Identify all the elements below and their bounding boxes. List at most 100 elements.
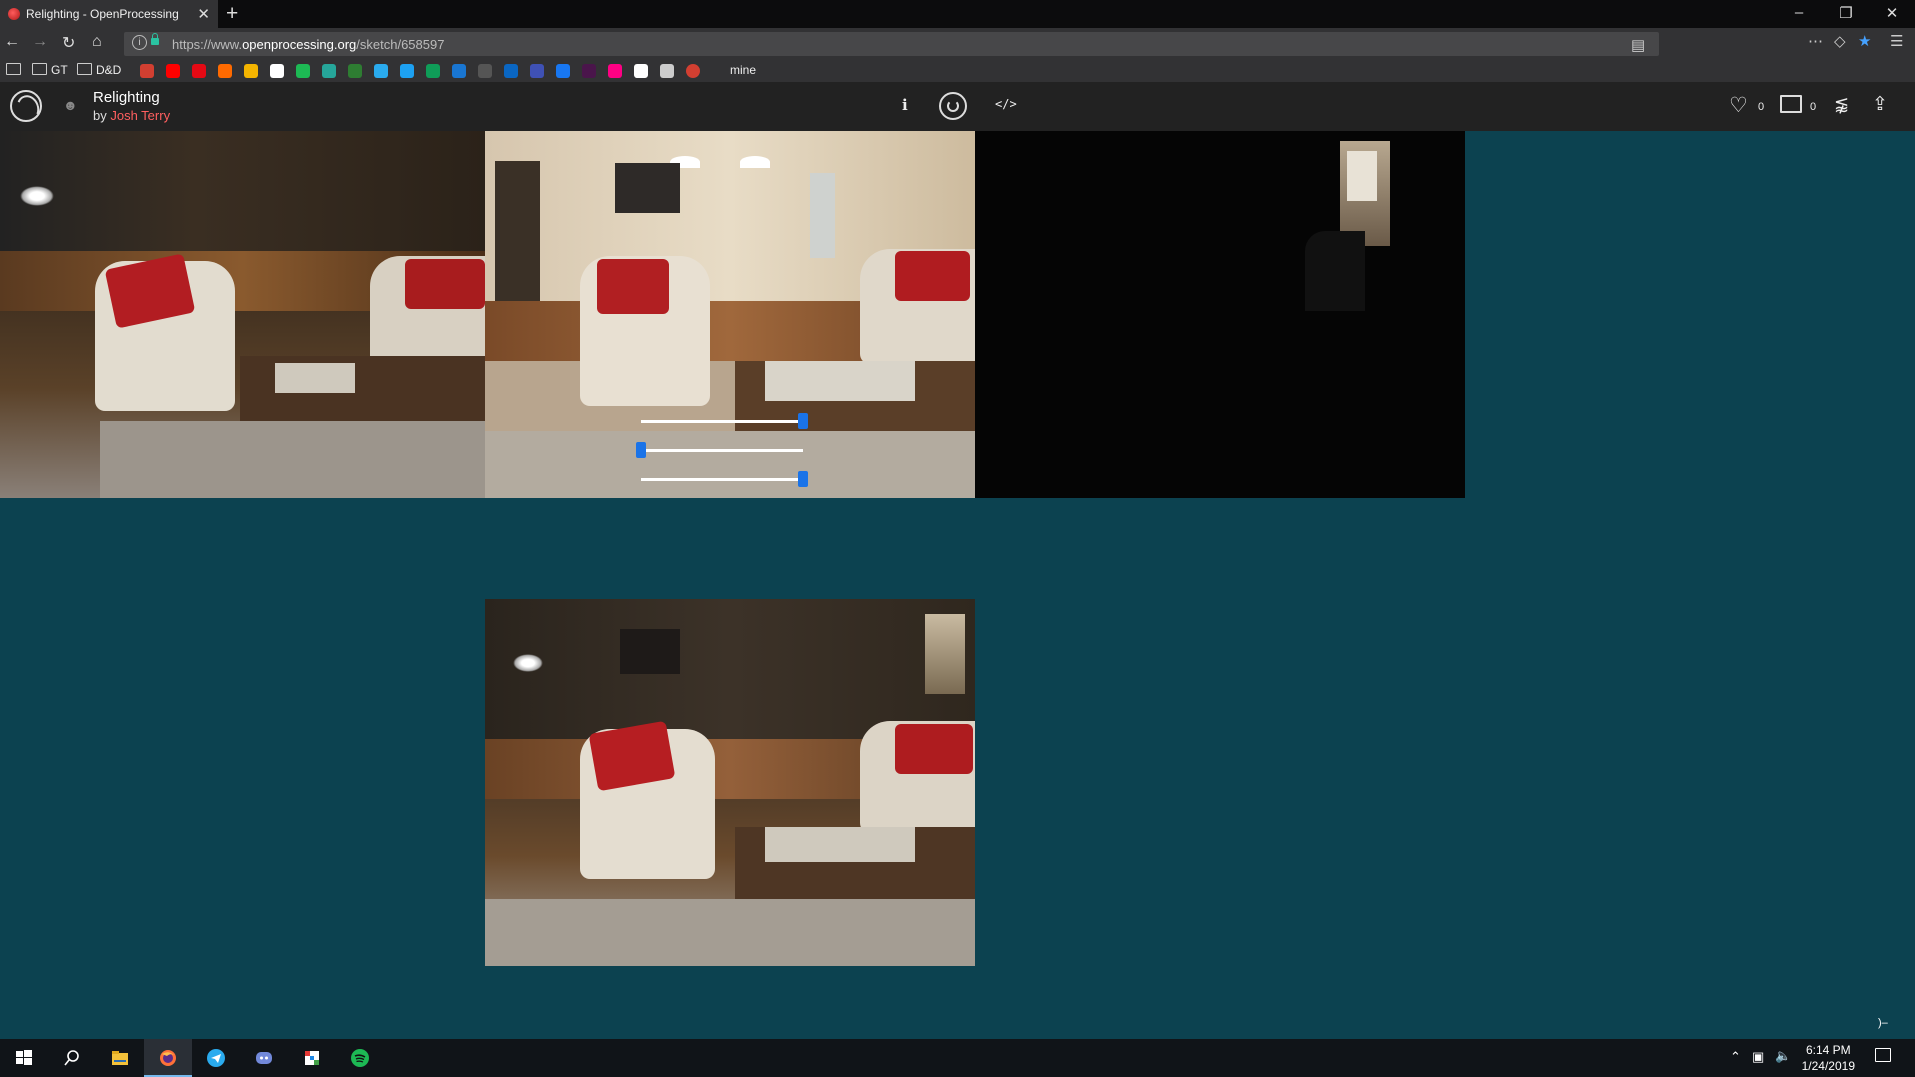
file-explorer-button[interactable] xyxy=(96,1039,144,1077)
sketch-byline: by Josh Terry xyxy=(93,108,171,123)
slider-track xyxy=(641,449,803,452)
comment-icon[interactable] xyxy=(1780,95,1802,113)
collapse-panel-icon[interactable]: )– xyxy=(1878,1017,1888,1029)
lock-icon xyxy=(151,33,159,45)
bookmark-site-icon[interactable] xyxy=(634,64,648,78)
spotify-icon xyxy=(351,1049,369,1067)
bookmark-mine[interactable]: mine xyxy=(730,63,756,77)
bookmark-site-icon[interactable] xyxy=(270,64,284,78)
home-icon[interactable]: ⌂ xyxy=(92,33,102,51)
bookmark-site-icon[interactable] xyxy=(348,64,362,78)
telegram-button[interactable] xyxy=(192,1039,240,1077)
bookmark-site-icon[interactable] xyxy=(400,64,414,78)
slider-track xyxy=(641,420,803,423)
tray-chevron-icon[interactable]: ⌃ xyxy=(1730,1049,1741,1065)
bookmark-site-icon[interactable] xyxy=(582,64,596,78)
folder-icon xyxy=(77,63,92,75)
like-count: 0 xyxy=(1758,101,1765,113)
slider-track xyxy=(641,478,803,481)
share-icon[interactable]: ⇪ xyxy=(1872,93,1888,116)
firefox-icon xyxy=(160,1050,176,1066)
sketch-title: Relighting xyxy=(93,89,160,106)
slider-thumb[interactable] xyxy=(798,413,808,429)
heart-icon[interactable]: ♡ xyxy=(1729,93,1748,118)
windows-icon xyxy=(16,1050,32,1065)
restore-button[interactable]: ❐ xyxy=(1828,4,1864,22)
menu-hamburger-icon[interactable]: ☰ xyxy=(1890,32,1903,50)
fork-icon[interactable]: ⪉ xyxy=(1834,94,1849,115)
minimize-button[interactable]: – xyxy=(1781,4,1817,21)
browser-tab[interactable]: Relighting - OpenProcessing ✕ xyxy=(0,0,218,28)
bookmark-star-icon[interactable]: ★ xyxy=(1858,32,1871,50)
search-button[interactable] xyxy=(48,1039,96,1077)
bookmark-site-icon[interactable] xyxy=(660,64,674,78)
tab-close-icon[interactable]: ✕ xyxy=(197,5,210,23)
light-weight-slider-3[interactable] xyxy=(641,469,808,489)
slider-thumb[interactable] xyxy=(636,442,646,458)
bookmark-site-icon[interactable] xyxy=(426,64,440,78)
openprocessing-logo-icon[interactable] xyxy=(10,90,42,122)
openprocessing-header: ☻ Relighting by Josh Terry i </> ♡ 0 0 ⪉… xyxy=(0,82,1915,131)
browser-nav-bar: ← → ↻ ⌂ i https://www.openprocessing.org… xyxy=(0,28,1915,60)
bookmark-site-icon[interactable] xyxy=(686,64,700,78)
discord-icon xyxy=(256,1052,272,1064)
window-close-button[interactable]: ✕ xyxy=(1874,4,1910,22)
clock-time: 6:14 PM xyxy=(1805,1043,1851,1057)
user-icon[interactable]: ☻ xyxy=(63,97,78,113)
bookmark-site-icon[interactable] xyxy=(244,64,258,78)
new-tab-button[interactable]: + xyxy=(226,2,238,26)
author-link[interactable]: Josh Terry xyxy=(110,108,170,123)
bookmark-site-icon[interactable] xyxy=(192,64,206,78)
input-photo-lamp xyxy=(0,131,485,498)
bookmark-site-icon[interactable] xyxy=(556,64,570,78)
firefox-taskbar-button[interactable] xyxy=(144,1039,192,1077)
app-s-button[interactable] xyxy=(288,1039,336,1077)
comment-count: 0 xyxy=(1810,101,1817,113)
page-actions-icon[interactable]: ⋯ xyxy=(1808,32,1823,50)
forward-arrow-icon[interactable]: → xyxy=(32,33,48,51)
bookmark-site-icon[interactable] xyxy=(530,64,544,78)
sketch-canvas[interactable]: )– xyxy=(0,131,1915,1039)
reader-view-icon[interactable]: ▤ xyxy=(1631,36,1645,54)
view-code-button[interactable]: </> xyxy=(995,97,1017,111)
search-icon xyxy=(64,1050,79,1066)
folder-icon xyxy=(32,63,47,75)
url-text[interactable]: https://www.openprocessing.org/sketch/65… xyxy=(172,37,444,52)
bookmark-site-icon[interactable] xyxy=(322,64,336,78)
bookmark-folder-gt[interactable]: GT xyxy=(32,63,68,77)
spotify-button[interactable] xyxy=(336,1039,384,1077)
input-photo-dark xyxy=(975,131,1465,498)
bookmark-site-icon[interactable] xyxy=(452,64,466,78)
reload-icon[interactable]: ↻ xyxy=(62,33,75,53)
folder-icon xyxy=(6,63,21,75)
discord-button[interactable] xyxy=(240,1039,288,1077)
light-weight-slider-1[interactable] xyxy=(641,411,808,431)
light-weight-slider-2[interactable] xyxy=(636,440,803,460)
site-info-icon[interactable]: i xyxy=(132,35,147,50)
network-icon[interactable]: ▣ xyxy=(1752,1049,1764,1065)
bookmark-folder-dnd[interactable]: D&D xyxy=(77,63,121,77)
restart-sketch-button[interactable] xyxy=(939,92,967,120)
volume-icon[interactable]: 🔈 xyxy=(1775,1048,1791,1064)
bookmark-site-icon[interactable] xyxy=(218,64,232,78)
start-button[interactable] xyxy=(0,1039,48,1077)
back-arrow-icon[interactable]: ← xyxy=(4,33,20,51)
taskbar-clock[interactable]: 6:14 PM 1/24/2019 xyxy=(1802,1042,1855,1074)
bookmark-site-icon[interactable] xyxy=(140,64,154,78)
bookmark-site-icon[interactable] xyxy=(374,64,388,78)
bookmark-folder-root[interactable] xyxy=(6,63,25,77)
bookmark-site-icon[interactable] xyxy=(608,64,622,78)
bookmark-site-icon[interactable] xyxy=(296,64,310,78)
folder-icon xyxy=(112,1051,128,1065)
openprocessing-favicon-icon xyxy=(8,8,20,20)
windows-taskbar: ⌃ ▣ 🔈 6:14 PM 1/24/2019 xyxy=(0,1039,1915,1077)
bookmark-site-icon[interactable] xyxy=(166,64,180,78)
clock-date: 1/24/2019 xyxy=(1801,1059,1855,1073)
slider-thumb[interactable] xyxy=(798,471,808,487)
bookmark-site-icon[interactable] xyxy=(504,64,518,78)
bookmark-site-icon[interactable] xyxy=(478,64,492,78)
pocket-icon[interactable]: ◇ xyxy=(1834,32,1846,50)
address-bar[interactable]: i https://www.openprocessing.org/sketch/… xyxy=(124,32,1659,56)
action-center-icon[interactable] xyxy=(1875,1048,1891,1062)
info-button[interactable]: i xyxy=(902,96,908,114)
